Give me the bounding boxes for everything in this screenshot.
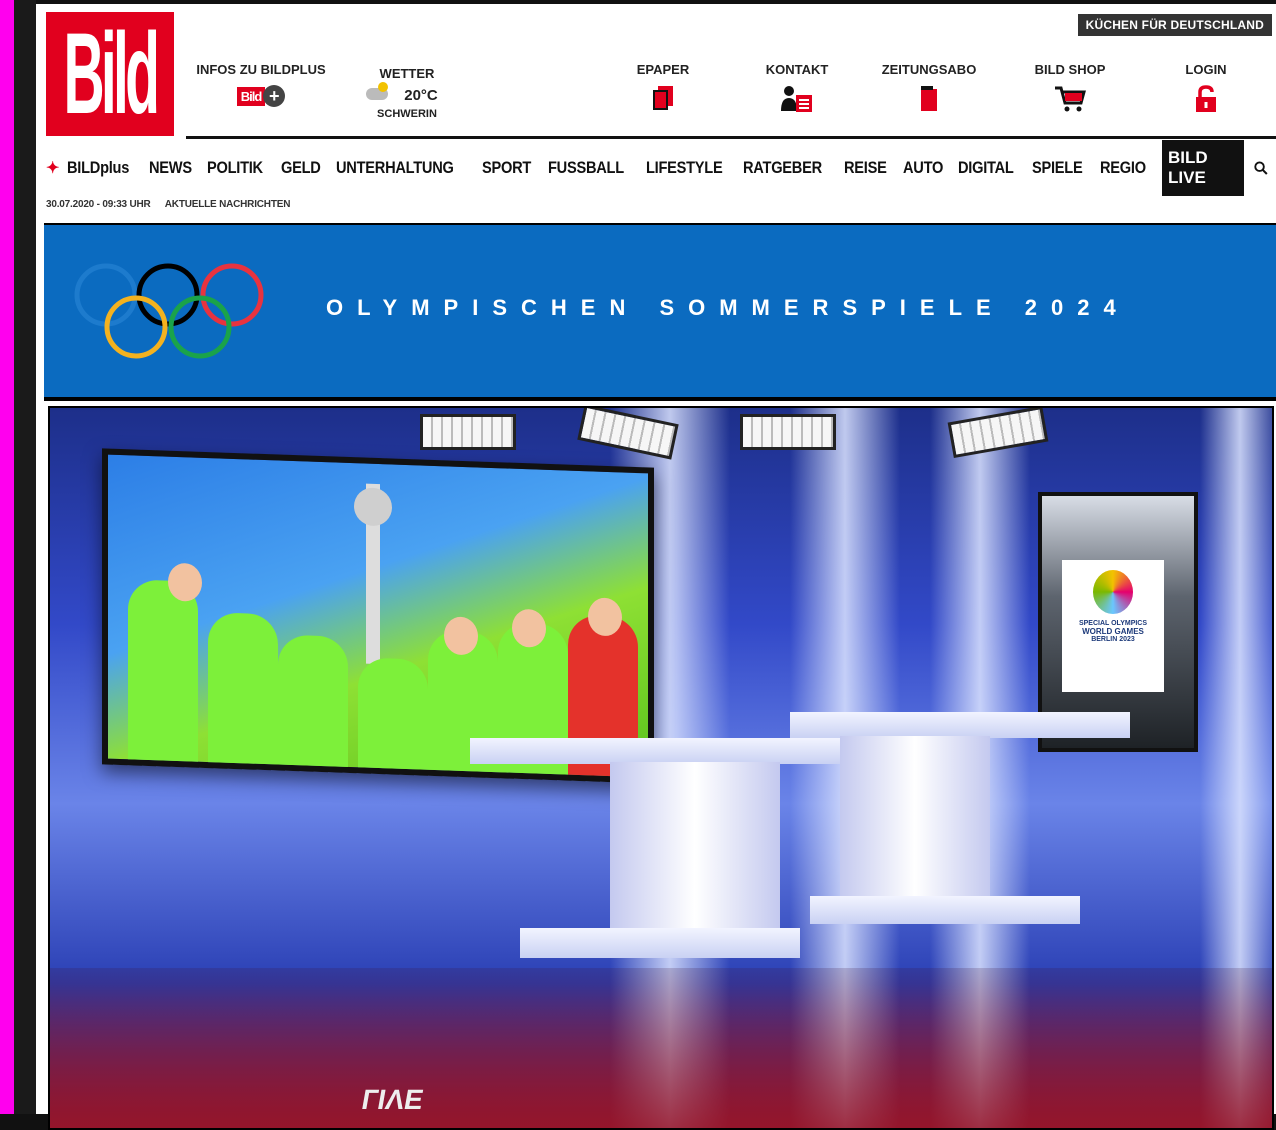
sign-line-3: BERLIN 2023 xyxy=(1091,636,1135,643)
studio-light xyxy=(740,414,836,450)
sign-line-1: SPECIAL OLYMPICS xyxy=(1078,620,1148,627)
banner-title: OLYMPISCHEN SOMMERSPIELE 2024 xyxy=(326,295,1130,320)
nav-item-auto[interactable]: AUTO xyxy=(903,158,943,178)
side-dark-strip xyxy=(14,0,36,1114)
desk-shelf-right xyxy=(810,896,1080,924)
side-accent-bar xyxy=(0,0,14,1114)
olympic-rings-icon xyxy=(74,263,264,359)
login-link[interactable]: LOGIN xyxy=(1166,62,1246,113)
nav-item-regio[interactable]: REGIO xyxy=(1100,158,1146,178)
home-icon[interactable]: ✦ xyxy=(46,158,59,178)
studio-light xyxy=(420,414,516,450)
plus-icon: + xyxy=(263,85,286,107)
promo-link[interactable]: KÜCHEN FÜR DEUTSCHLAND xyxy=(1077,14,1272,36)
kontakt-label: KONTAKT xyxy=(765,62,829,77)
desk-shelf-left xyxy=(520,928,800,958)
weather-temp: 20°C xyxy=(404,87,438,104)
sign-line-2: WORLD GAMES xyxy=(1082,627,1144,636)
tv-tower-sphere xyxy=(354,487,392,527)
epaper-label: EPAPER xyxy=(636,62,690,77)
nav-item-bildplus[interactable]: BILDplus xyxy=(67,158,129,178)
special-olympics-logo xyxy=(1093,570,1133,614)
nav-item-news[interactable]: NEWS xyxy=(149,158,192,178)
logo-text: Bild xyxy=(63,10,161,138)
desk-column-right xyxy=(840,736,990,916)
date-stamp: 30.07.2020 - 09:33 UHR xyxy=(46,199,151,210)
search-icon[interactable] xyxy=(1254,160,1268,176)
login-label: LOGIN xyxy=(1185,62,1227,77)
nav-item-spiele[interactable]: SPIELE xyxy=(1032,158,1083,178)
lock-icon xyxy=(1196,85,1216,112)
nav-item-reise[interactable]: REISE xyxy=(844,158,887,178)
hero-image[interactable]: SPECIAL OLYMPICS WORLD GAMES BERLIN 2023… xyxy=(48,406,1274,1130)
desk-top-left xyxy=(470,738,850,764)
zeitungsabo-link[interactable]: ZEITUNGSABO xyxy=(874,62,984,113)
epaper-link[interactable]: EPAPER xyxy=(618,62,708,111)
bildplus-info-link[interactable]: INFOS ZU BILDPLUS Bild + xyxy=(186,62,336,107)
desk-top-right xyxy=(790,712,1130,738)
page: Bild KÜCHEN FÜR DEUTSCHLAND INFOS ZU BIL… xyxy=(36,4,1276,1130)
weather-label: WETTER xyxy=(379,66,435,81)
nav-item-digital[interactable]: DIGITAL xyxy=(958,158,1014,178)
newspaper-icon xyxy=(653,86,673,110)
world-games-sign: SPECIAL OLYMPICS WORLD GAMES BERLIN 2023 xyxy=(1062,560,1164,692)
bild-shop-link[interactable]: BILD SHOP xyxy=(1022,62,1118,113)
bild-logo[interactable]: Bild xyxy=(46,12,174,136)
nav-item-bild-live[interactable]: BILD LIVE xyxy=(1162,140,1245,196)
floor-logo-text: ГIΛE xyxy=(359,1084,426,1115)
weather-sun-icon xyxy=(378,82,388,92)
header-rule xyxy=(186,136,1276,139)
athlete-figure xyxy=(358,657,428,770)
desk-column-left xyxy=(610,762,780,952)
main-nav: ✦ BILDplus NEWS POLITIK GELD UNTERHALTUN… xyxy=(46,140,1276,196)
studio-screen-left xyxy=(102,448,654,784)
kontakt-link[interactable]: KONTAKT xyxy=(752,62,842,113)
date-line: 30.07.2020 - 09:33 UHR AKTUELLE NACHRICH… xyxy=(46,199,302,210)
nav-item-politik[interactable]: POLITIK xyxy=(207,158,263,178)
subscription-icon xyxy=(921,86,937,111)
nav-item-unterhaltung[interactable]: UNTERHALTUNG xyxy=(336,158,454,178)
bildplus-badge-text: Bild xyxy=(236,86,266,106)
weather-city: SCHWERIN xyxy=(377,108,437,120)
bild-shop-label: BILD SHOP xyxy=(1034,62,1106,77)
athlete-head xyxy=(512,608,546,648)
cart-icon xyxy=(1055,86,1086,112)
athlete-head xyxy=(588,597,622,637)
nav-item-ratgeber[interactable]: RATGEBER xyxy=(743,158,822,178)
nav-item-sport[interactable]: SPORT xyxy=(482,158,531,178)
olympics-banner[interactable]: OLYMPISCHEN SOMMERSPIELE 2024 xyxy=(44,223,1276,401)
nav-item-geld[interactable]: GELD xyxy=(281,158,321,178)
nav-item-lifestyle[interactable]: LIFESTYLE xyxy=(646,158,723,178)
nav-item-fussball[interactable]: FUSSBALL xyxy=(548,158,624,178)
contact-icon xyxy=(781,86,812,112)
athlete-figure xyxy=(278,634,348,767)
studio-floor xyxy=(50,968,1272,1128)
athlete-figure xyxy=(208,612,278,765)
athlete-head xyxy=(168,562,202,602)
weather-widget[interactable]: WETTER 20°C SCHWERIN xyxy=(362,62,452,120)
athlete-figure xyxy=(128,579,198,762)
bildplus-icon: Bild + xyxy=(236,85,286,107)
athlete-head xyxy=(444,616,478,656)
zeitungsabo-label: ZEITUNGSABO xyxy=(881,62,977,77)
section-link[interactable]: AKTUELLE NACHRICHTEN xyxy=(165,199,291,210)
bildplus-info-label: INFOS ZU BILDPLUS xyxy=(196,62,326,77)
